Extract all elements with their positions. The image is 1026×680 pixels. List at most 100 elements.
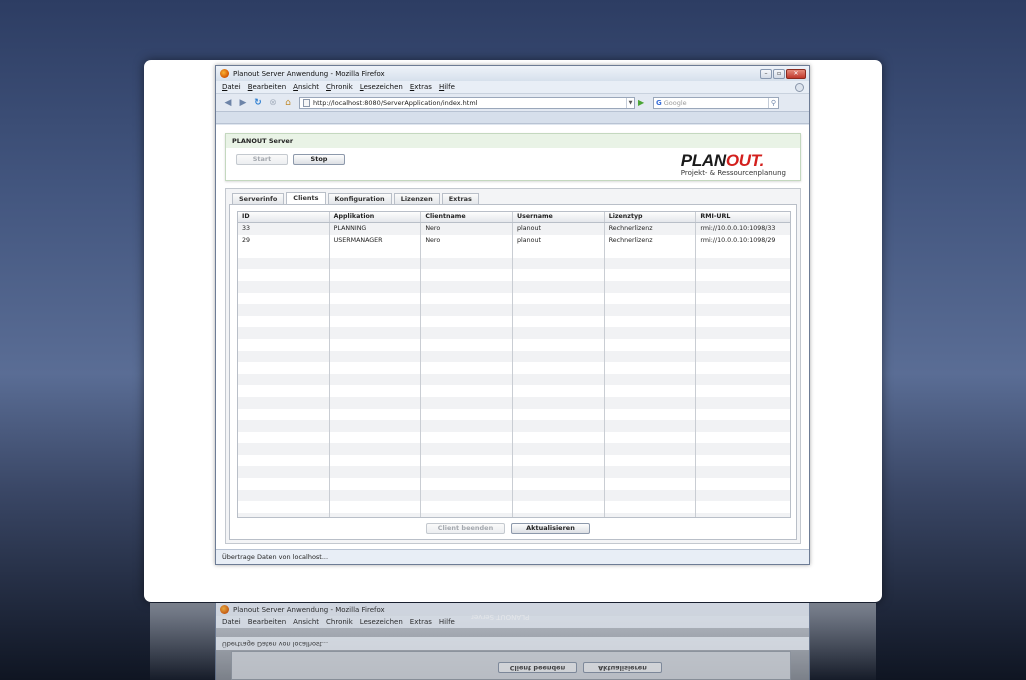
url-dropdown-icon[interactable]: ▼ <box>626 97 634 108</box>
empty-cell <box>605 362 697 374</box>
empty-cell <box>238 501 330 513</box>
table-row[interactable]: 29 USERMANAGER Nero planout Rechnerlizen… <box>238 234 790 247</box>
tab-serverinfo[interactable]: Serverinfo <box>232 193 285 204</box>
column-header-rmi-url[interactable]: RMI-URL <box>696 212 790 222</box>
tab-clients[interactable]: Clients <box>286 192 326 204</box>
empty-table-row <box>238 420 790 432</box>
empty-cell <box>696 385 790 397</box>
empty-cell <box>238 257 330 270</box>
empty-cell <box>421 489 514 502</box>
tab-strip: Serverinfo Clients Konfiguration Lizenze… <box>232 192 481 204</box>
forward-icon[interactable]: ▶ <box>237 97 249 109</box>
reflection-panel: Client beenden Aktualisieren <box>231 651 791 680</box>
empty-cell <box>330 327 422 339</box>
empty-cell <box>330 454 422 467</box>
empty-table-row <box>238 246 790 258</box>
url-bar[interactable]: http://localhost:8080/ServerApplication/… <box>299 96 635 109</box>
search-icon[interactable]: ⚲ <box>768 97 778 108</box>
empty-cell <box>605 431 697 444</box>
column-header-applikation[interactable]: Applikation <box>330 212 422 222</box>
menu-hilfe[interactable]: Hilfe <box>439 83 455 91</box>
google-icon[interactable]: G <box>656 99 662 107</box>
cell-lizenztyp: Rechnerlizenz <box>605 223 697 235</box>
empty-cell <box>330 443 422 455</box>
empty-cell <box>605 501 697 513</box>
empty-cell <box>605 327 697 339</box>
tab-lizenzen[interactable]: Lizenzen <box>393 193 440 204</box>
reflection-window: Planout Server Anwendung - Mozilla Firef… <box>215 603 810 680</box>
url-text[interactable]: http://localhost:8080/ServerApplication/… <box>313 99 626 107</box>
empty-cell <box>330 501 422 513</box>
empty-cell <box>696 339 790 351</box>
menu-datei[interactable]: Datei <box>222 83 241 91</box>
column-header-username[interactable]: Username <box>513 212 605 222</box>
page-content: PLANOUT Server Start Stop PLANOUT. Proje… <box>216 125 809 549</box>
back-icon[interactable]: ◀ <box>222 97 234 109</box>
browser-window: Planout Server Anwendung - Mozilla Firef… <box>215 65 810 565</box>
search-input[interactable]: Google <box>664 99 768 107</box>
start-button[interactable]: Start <box>236 154 288 165</box>
empty-cell <box>421 478 514 490</box>
empty-cell <box>696 432 790 444</box>
empty-cell <box>696 327 790 339</box>
empty-table-row <box>238 454 790 467</box>
client-beenden-button[interactable]: Client beenden <box>426 523 505 534</box>
empty-cell <box>513 362 605 374</box>
aktualisieren-button[interactable]: Aktualisieren <box>511 523 590 534</box>
empty-cell <box>421 373 514 386</box>
empty-cell <box>238 385 330 397</box>
empty-table-row <box>238 315 790 328</box>
empty-cell <box>605 304 697 316</box>
empty-cell <box>238 292 330 305</box>
empty-cell <box>513 269 605 281</box>
reflection-menu-extras: Extras <box>409 618 432 626</box>
logo-subtitle: Projekt- & Ressourcenplanung <box>680 169 786 177</box>
empty-cell <box>605 350 697 363</box>
stop-button[interactable]: Stop <box>293 154 345 165</box>
empty-table-row <box>238 478 790 490</box>
reflection-menu-hilfe: Hilfe <box>438 618 455 626</box>
activity-icon <box>795 83 804 92</box>
menu-bearbeiten[interactable]: Bearbeiten <box>248 83 286 91</box>
empty-table-row <box>238 304 790 316</box>
home-icon[interactable]: ⌂ <box>282 97 294 109</box>
empty-cell <box>696 409 790 421</box>
empty-table-row <box>238 373 790 386</box>
menu-extras[interactable]: Extras <box>410 83 432 91</box>
empty-rows <box>238 246 790 517</box>
empty-cell <box>513 396 605 409</box>
empty-cell <box>238 420 330 432</box>
column-header-clientname[interactable]: Clientname <box>421 212 514 222</box>
empty-cell <box>330 489 422 502</box>
empty-cell <box>513 478 605 490</box>
empty-cell <box>330 478 422 490</box>
empty-cell <box>513 454 605 467</box>
empty-cell <box>238 489 330 502</box>
menu-chronik[interactable]: Chronik <box>326 83 353 91</box>
menu-lesezeichen[interactable]: Lesezeichen <box>360 83 403 91</box>
go-icon[interactable]: ▶ <box>638 98 648 108</box>
reload-icon[interactable]: ↻ <box>252 97 264 109</box>
empty-cell <box>238 443 330 455</box>
tab-extras[interactable]: Extras <box>441 193 479 204</box>
empty-cell <box>330 246 422 258</box>
table-row[interactable]: 33 PLANNING Nero planout Rechnerlizenz r… <box>238 223 790 235</box>
minimize-button[interactable]: – <box>760 68 772 79</box>
empty-cell <box>513 246 605 258</box>
empty-cell <box>421 408 514 421</box>
cell-id: 29 <box>238 234 330 247</box>
empty-cell <box>330 280 422 293</box>
empty-cell <box>330 420 422 432</box>
search-bar[interactable]: G Google ⚲ <box>653 96 779 109</box>
maximize-button[interactable]: ▫ <box>773 68 785 79</box>
empty-table-row <box>238 362 790 374</box>
empty-cell <box>605 454 697 467</box>
menu-ansicht[interactable]: Ansicht <box>293 83 319 91</box>
column-header-lizenztyp[interactable]: Lizenztyp <box>605 212 697 222</box>
empty-cell <box>238 466 330 479</box>
stop-icon[interactable]: ⊗ <box>267 97 279 109</box>
empty-table-row <box>238 396 790 409</box>
close-button[interactable]: ✕ <box>786 68 806 79</box>
column-header-id[interactable]: ID <box>238 212 330 222</box>
tab-konfiguration[interactable]: Konfiguration <box>327 193 392 204</box>
